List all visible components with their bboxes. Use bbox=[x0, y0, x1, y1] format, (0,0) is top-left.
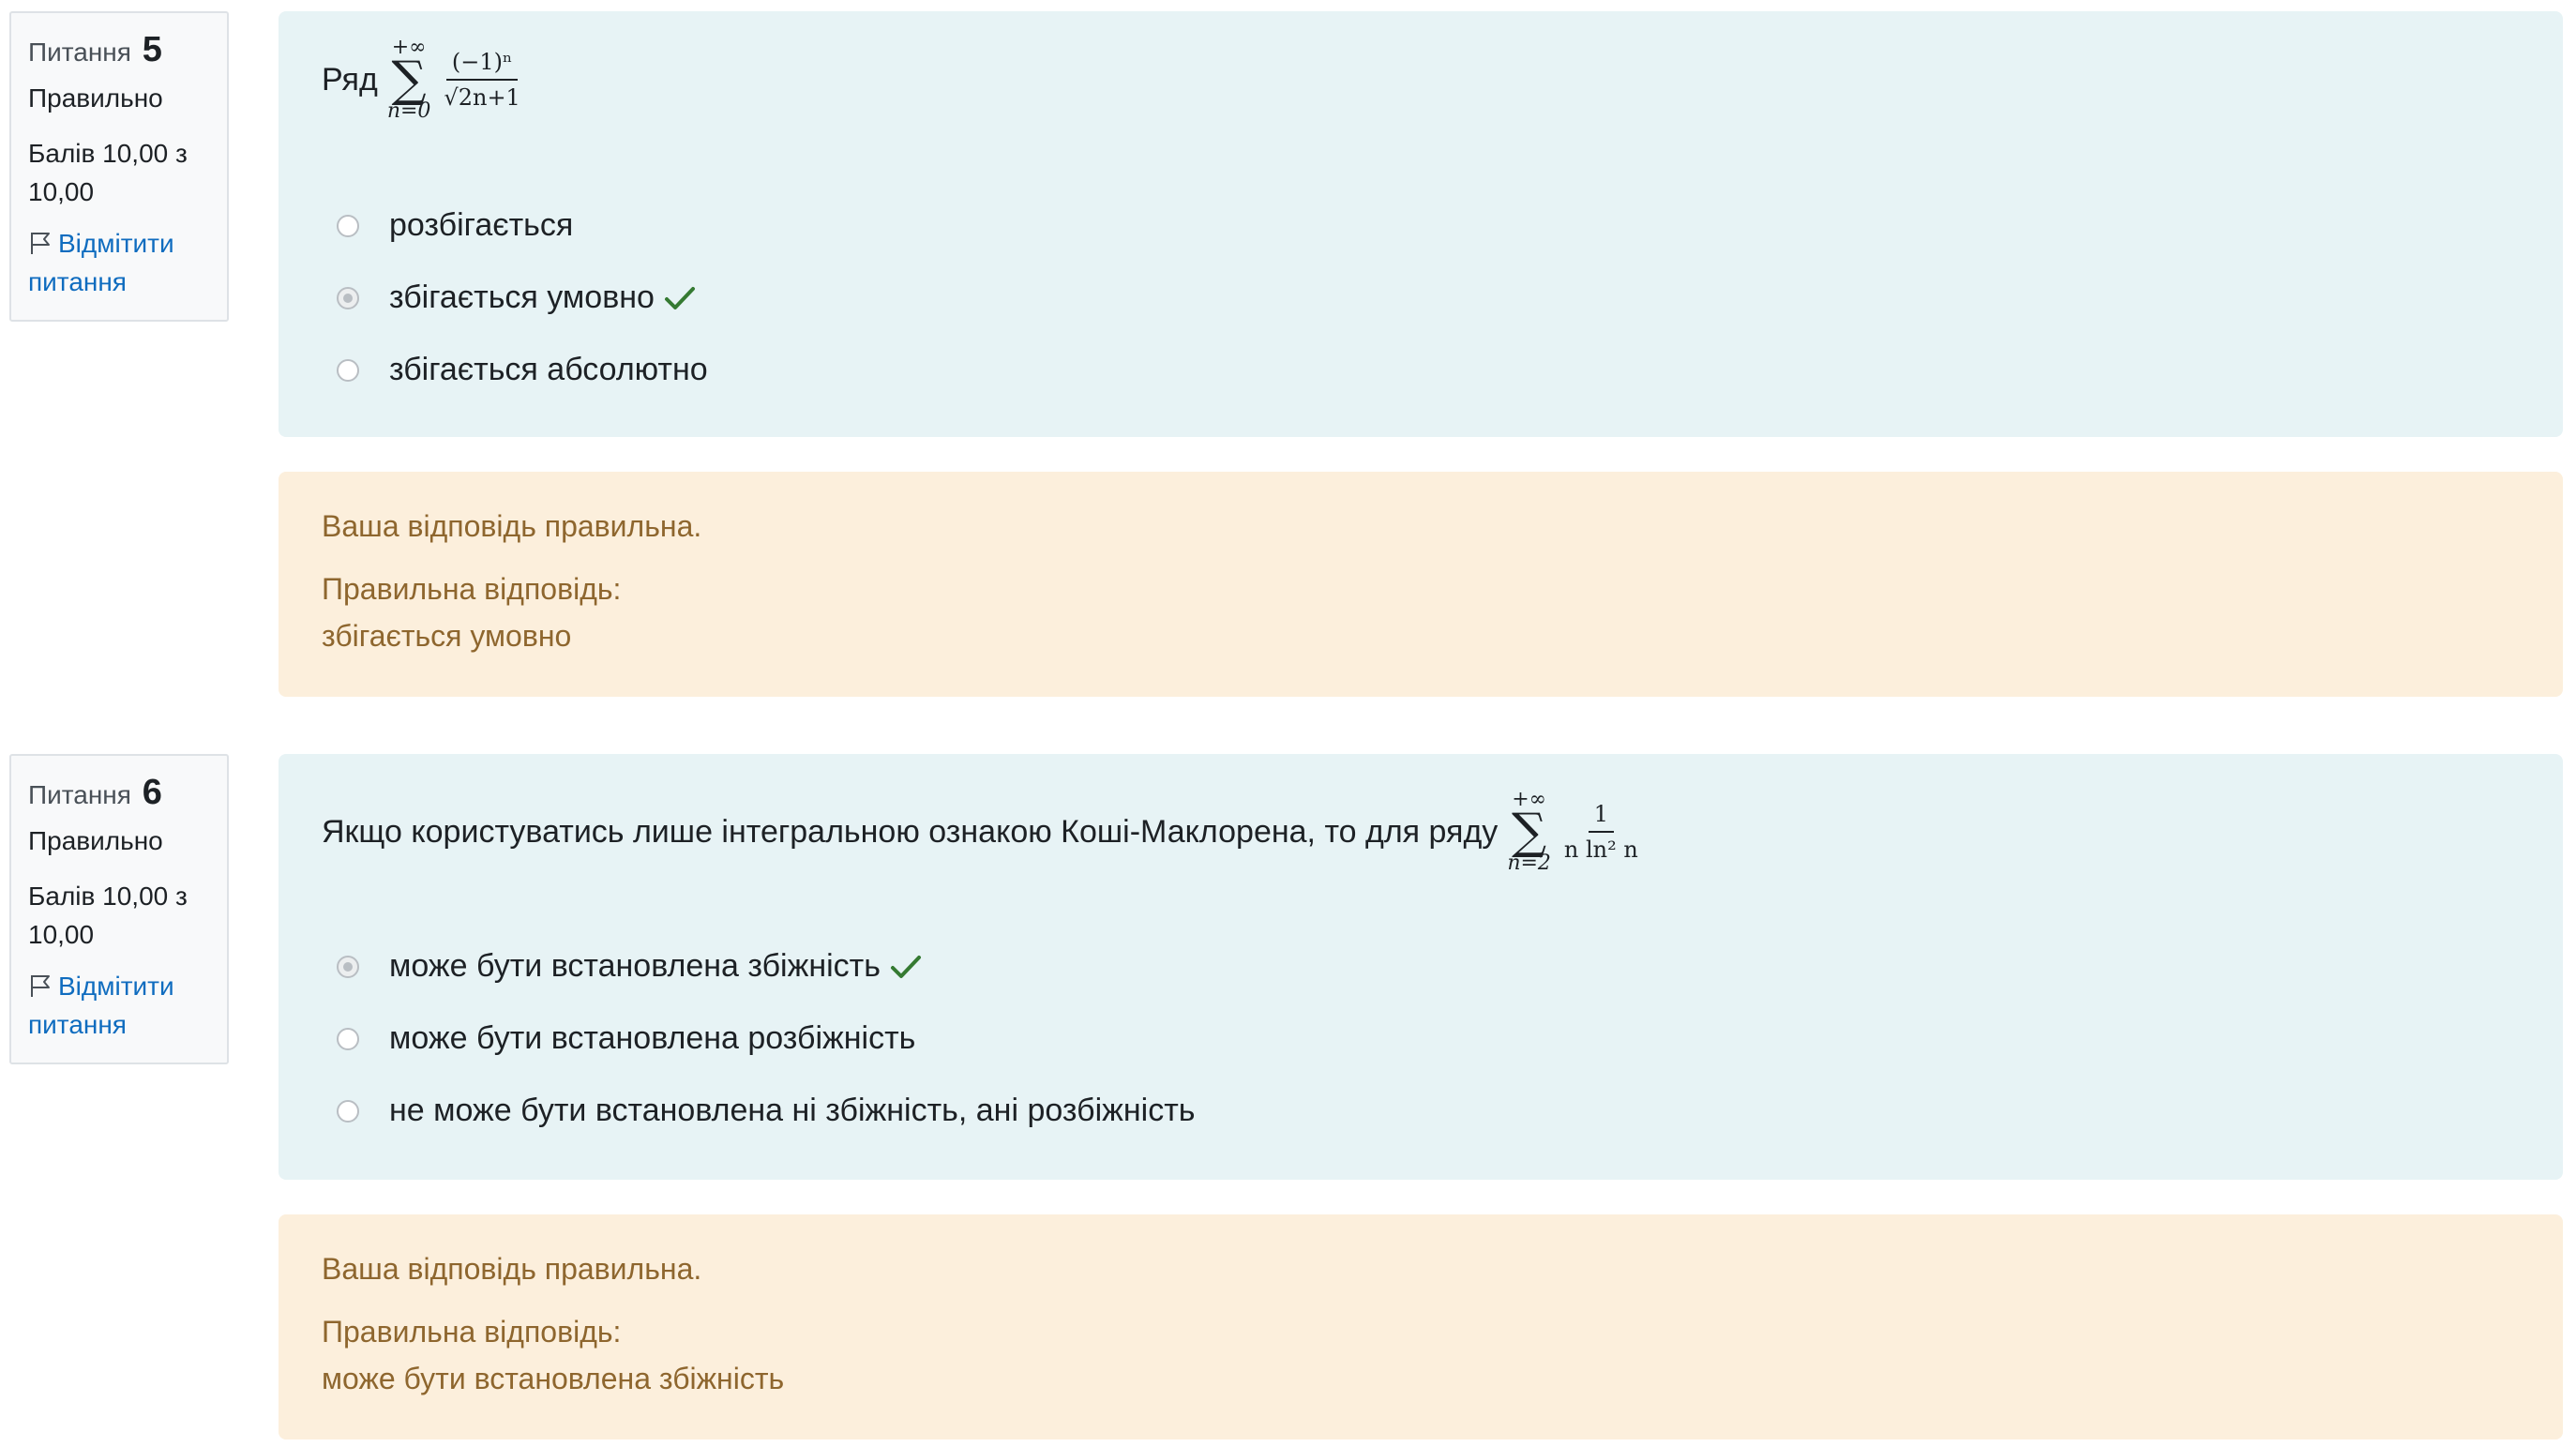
question-feedback: Ваша відповідь правильна. Правильна відп… bbox=[279, 472, 2563, 697]
question-grade: Балів 10,00 з 10,00 bbox=[28, 139, 188, 206]
series-formula: +∞ ∑ n=0 (−1)ⁿ √2n+1 bbox=[387, 38, 526, 122]
answer-radio[interactable] bbox=[337, 1099, 359, 1123]
sum-symbol: ∑ bbox=[1512, 804, 1547, 860]
question-text: Ряд +∞ ∑ n=0 (−1)ⁿ √2n+1 bbox=[322, 38, 526, 122]
answer-label: може бути встановлена розбіжність bbox=[389, 1020, 916, 1056]
sum-lower-limit: n=2 bbox=[1507, 852, 1551, 875]
question-number: Питання 5 bbox=[28, 30, 210, 70]
question-info: Питання 5 Правильно Балів 10,00 з 10,00 … bbox=[9, 11, 229, 322]
sum-symbol: ∑ bbox=[391, 52, 427, 108]
question-grade: Балів 10,00 з 10,00 bbox=[28, 882, 188, 949]
fraction-denominator: n ln² n bbox=[1563, 837, 1638, 863]
sum-lower-limit: n=0 bbox=[386, 99, 431, 123]
answer-option[interactable]: розбігається bbox=[322, 189, 708, 262]
feedback-right-answer: збігається умовно bbox=[322, 619, 572, 653]
answer-option[interactable]: не може бути встановлена ні збіжність, а… bbox=[322, 1075, 1195, 1147]
question-number-value: 6 bbox=[142, 773, 162, 812]
answer-label: може бути встановлена збіжність bbox=[389, 948, 881, 984]
question-state: Правильно bbox=[28, 83, 163, 113]
answer-option[interactable]: збігається абсолютно bbox=[322, 334, 708, 406]
answer-option[interactable]: може бути встановлена розбіжність bbox=[322, 1002, 1195, 1075]
fraction-numerator: (−1)ⁿ bbox=[445, 49, 519, 81]
question-text: Якщо користуватись лише інтегральною озн… bbox=[322, 790, 1644, 874]
flag-question-link[interactable]: Відмітити питання bbox=[28, 224, 210, 301]
series-term-fraction: (−1)ⁿ √2n+1 bbox=[438, 49, 525, 111]
question-state: Правильно bbox=[28, 826, 163, 855]
answer-option[interactable]: може бути встановлена збіжність bbox=[322, 930, 1195, 1002]
answer-radio-selected[interactable] bbox=[337, 955, 359, 978]
answer-radio[interactable] bbox=[337, 214, 359, 237]
feedback-result: Ваша відповідь правильна. bbox=[322, 1252, 702, 1286]
check-icon bbox=[890, 955, 921, 978]
feedback-right-answer: може бути встановлена збіжність bbox=[322, 1362, 785, 1395]
answer-radio[interactable] bbox=[337, 1027, 359, 1050]
question-feedback: Ваша відповідь правильна. Правильна відп… bbox=[279, 1214, 2563, 1439]
answer-label: збігається умовно bbox=[389, 279, 655, 315]
question-label: Питання bbox=[28, 38, 131, 67]
answer-label: збігається абсолютно bbox=[389, 352, 708, 387]
series-formula: +∞ ∑ n=2 1 n ln² n bbox=[1507, 790, 1644, 874]
question-number-value: 5 bbox=[142, 30, 162, 69]
answer-options: може бути встановлена збіжність може бут… bbox=[322, 930, 1195, 1147]
sum-operator: +∞ ∑ n=0 bbox=[387, 38, 431, 122]
check-icon bbox=[664, 286, 695, 309]
fraction-numerator: 1 bbox=[1588, 801, 1615, 833]
quiz-review-page: Питання 5 Правильно Балів 10,00 з 10,00 … bbox=[0, 0, 2576, 1447]
question-label: Питання bbox=[28, 780, 131, 809]
fraction-denominator: √2n+1 bbox=[444, 84, 520, 111]
flag-icon bbox=[31, 233, 50, 254]
sum-operator: +∞ ∑ n=2 bbox=[1507, 790, 1551, 874]
question-formulation: Якщо користуватись лише інтегральною озн… bbox=[279, 754, 2563, 1180]
answer-label: розбігається bbox=[389, 207, 574, 243]
feedback-result: Ваша відповідь правильна. bbox=[322, 509, 702, 543]
flag-question-link[interactable]: Відмітити питання bbox=[28, 967, 210, 1044]
answer-radio-selected[interactable] bbox=[337, 286, 359, 309]
flag-icon bbox=[31, 975, 50, 997]
series-term-fraction: 1 n ln² n bbox=[1559, 801, 1644, 863]
feedback-right-answer-label: Правильна відповідь: bbox=[322, 1315, 622, 1349]
question-number: Питання 6 bbox=[28, 773, 210, 813]
question-text-prefix: Ряд bbox=[322, 61, 378, 98]
answer-option[interactable]: збігається умовно bbox=[322, 262, 708, 334]
question-info: Питання 6 Правильно Балів 10,00 з 10,00 … bbox=[9, 754, 229, 1064]
answer-options: розбігається збігається умовно збігаєтьс… bbox=[322, 189, 708, 406]
answer-radio[interactable] bbox=[337, 358, 359, 382]
question-formulation: Ряд +∞ ∑ n=0 (−1)ⁿ √2n+1 розбігається зб… bbox=[279, 11, 2563, 437]
answer-label: не може бути встановлена ні збіжність, а… bbox=[389, 1093, 1196, 1128]
feedback-right-answer-label: Правильна відповідь: bbox=[322, 572, 622, 606]
question-text-prefix: Якщо користуватись лише інтегральною озн… bbox=[322, 813, 1499, 850]
